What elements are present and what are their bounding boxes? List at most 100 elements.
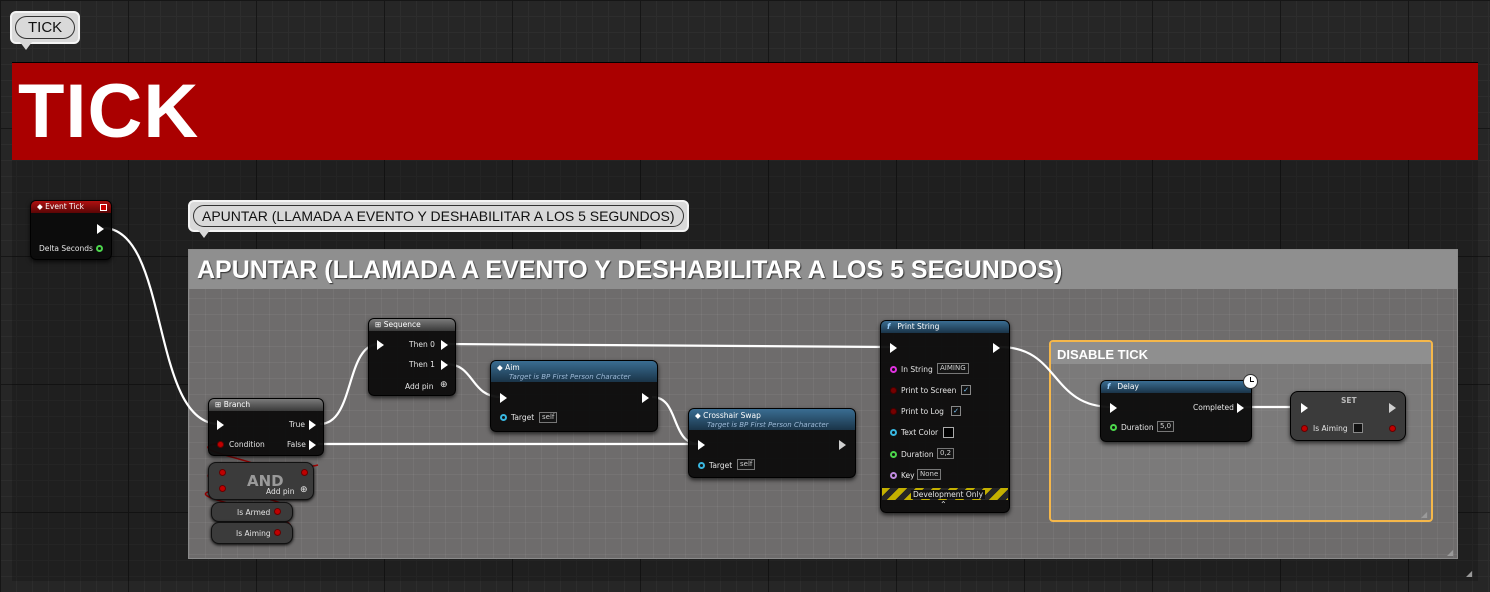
set-is-aiming-node[interactable]: SET Is Aiming [1290, 391, 1406, 441]
print-string-node[interactable]: f Print String In String AIMING Print to… [880, 320, 1010, 513]
set-is-aiming-checkbox[interactable] [1353, 423, 1363, 433]
crosshair-target-label: Target [709, 461, 733, 470]
and-add-pin-label: Add pin [266, 487, 295, 496]
wire-then0-to-print [445, 342, 892, 349]
print-log-label: Print to Log [901, 407, 944, 416]
and-out-pin[interactable] [301, 469, 308, 476]
crosshair-swap-node[interactable]: ◆ Crosshair Swap Target is BP First Pers… [688, 408, 856, 478]
aim-node[interactable]: ◆ Aim Target is BP First Person Characte… [490, 360, 658, 432]
set-is-aiming-out-pin[interactable] [1389, 425, 1396, 432]
delay-duration-pin[interactable] [1110, 424, 1117, 431]
print-log-checkbox[interactable]: ✓ [951, 406, 961, 416]
sequence-then0-out[interactable] [441, 340, 448, 350]
sequence-then1-out[interactable] [441, 360, 448, 370]
print-screen-pin[interactable] [890, 387, 897, 394]
latent-clock-icon [1243, 374, 1258, 389]
aim-exec-in[interactable] [500, 393, 507, 403]
event-tick-title: ◆ Event Tick [31, 201, 111, 213]
in-string-label: In String [901, 365, 933, 374]
branch-exec-in[interactable] [217, 420, 224, 430]
delay-node[interactable]: f Delay Completed Duration 5,0 [1100, 374, 1258, 442]
crosshair-title: ◆ Crosshair Swap Target is BP First Pers… [689, 409, 855, 430]
print-screen-label: Print to Screen [901, 386, 957, 395]
set-is-aiming-label: Is Aiming [1313, 424, 1348, 433]
aim-subtitle: Target is BP First Person Character [509, 373, 631, 381]
key-pin[interactable] [890, 472, 897, 479]
is-aiming-getter[interactable]: Is Aiming [211, 522, 293, 544]
duration-label: Duration [901, 450, 934, 459]
branch-true-out[interactable] [309, 420, 316, 430]
set-title: SET [1341, 396, 1357, 405]
branch-false-label: False [287, 440, 306, 449]
set-exec-out[interactable] [1389, 403, 1396, 413]
print-exec-out[interactable] [993, 343, 1000, 353]
branch-node[interactable]: ⊞ Branch True Condition False [208, 398, 324, 456]
set-is-aiming-in-pin[interactable] [1301, 425, 1308, 432]
delay-duration-field[interactable]: 5,0 [1157, 421, 1175, 432]
duration-pin[interactable] [890, 451, 897, 458]
text-color-label: Text Color [901, 428, 939, 437]
wire-tick-to-branch [102, 226, 220, 426]
branch-true-label: True [289, 420, 305, 429]
sequence-icon: ⊞ [375, 320, 382, 329]
development-only-label: Development Only [911, 490, 986, 499]
event-tick-node[interactable]: ◆ Event Tick Delta Seconds [30, 200, 112, 260]
crosshair-exec-out[interactable] [839, 440, 846, 450]
delay-completed-label: Completed [1193, 403, 1234, 412]
delta-seconds-label: Delta Seconds [39, 244, 93, 253]
function-icon: f [887, 322, 891, 331]
in-string-pin[interactable] [890, 366, 897, 373]
aim-exec-out[interactable] [642, 393, 649, 403]
crosshair-subtitle: Target is BP First Person Character [707, 421, 829, 429]
sequence-then0-label: Then 0 [409, 340, 435, 349]
print-string-title: f Print String [881, 321, 1009, 333]
branch-icon: ⊞ [215, 400, 222, 409]
advanced-chevron-icon[interactable]: ⌃ [940, 500, 947, 509]
text-color-pin[interactable] [890, 429, 897, 436]
set-exec-in[interactable] [1301, 403, 1308, 413]
and-in-a-pin[interactable] [219, 469, 226, 476]
branch-condition-pin[interactable] [217, 441, 224, 448]
print-log-pin[interactable] [890, 408, 897, 415]
and-add-pin-icon[interactable]: ⊕ [300, 485, 308, 495]
crosshair-target-field[interactable]: self [737, 459, 756, 470]
branch-false-out[interactable] [309, 440, 316, 450]
delay-exec-in[interactable] [1110, 403, 1117, 413]
sequence-exec-in[interactable] [377, 340, 384, 350]
is-aiming-get-pin[interactable] [274, 529, 281, 536]
branch-title: ⊞ Branch [209, 399, 323, 411]
delay-function-icon: f [1107, 382, 1111, 391]
in-string-field[interactable]: AIMING [937, 363, 969, 374]
is-armed-pin[interactable] [274, 508, 281, 515]
event-tick-exec-out[interactable] [97, 224, 104, 234]
sequence-then1-label: Then 1 [409, 360, 435, 369]
crosshair-target-pin[interactable] [698, 462, 705, 469]
is-armed-getter[interactable]: Is Armed [211, 502, 293, 522]
is-aiming-get-label: Is Aiming [236, 529, 271, 538]
aim-target-field[interactable]: self [539, 412, 558, 423]
aim-target-pin[interactable] [500, 414, 507, 421]
aim-title: ◆ Aim Target is BP First Person Characte… [491, 361, 657, 382]
and-node[interactable]: AND Add pin ⊕ [208, 462, 314, 500]
delay-duration-label: Duration [1121, 423, 1154, 432]
crosshair-exec-in[interactable] [698, 440, 705, 450]
print-exec-in[interactable] [890, 343, 897, 353]
and-in-b-pin[interactable] [219, 485, 226, 492]
delta-seconds-pin[interactable] [96, 245, 103, 252]
sequence-title: ⊞ Sequence [369, 319, 455, 331]
print-screen-checkbox[interactable]: ✓ [961, 385, 971, 395]
duration-field[interactable]: 0,2 [937, 448, 955, 459]
event-icon: ◆ [37, 202, 43, 211]
sequence-add-pin-icon[interactable]: ⊕ [440, 380, 448, 390]
text-color-swatch[interactable] [943, 427, 954, 438]
delay-completed-out[interactable] [1237, 403, 1244, 413]
event-delegate-icon [100, 204, 107, 211]
key-field[interactable]: None [917, 469, 942, 480]
is-armed-label: Is Armed [237, 508, 271, 517]
aim-event-icon: ◆ [497, 363, 503, 372]
aim-target-label: Target [511, 413, 535, 422]
key-label: Key [901, 471, 915, 480]
delay-title: f Delay [1101, 381, 1251, 393]
branch-condition-label: Condition [229, 440, 265, 449]
sequence-node[interactable]: ⊞ Sequence Then 0 Then 1 Add pin ⊕ [368, 318, 456, 396]
